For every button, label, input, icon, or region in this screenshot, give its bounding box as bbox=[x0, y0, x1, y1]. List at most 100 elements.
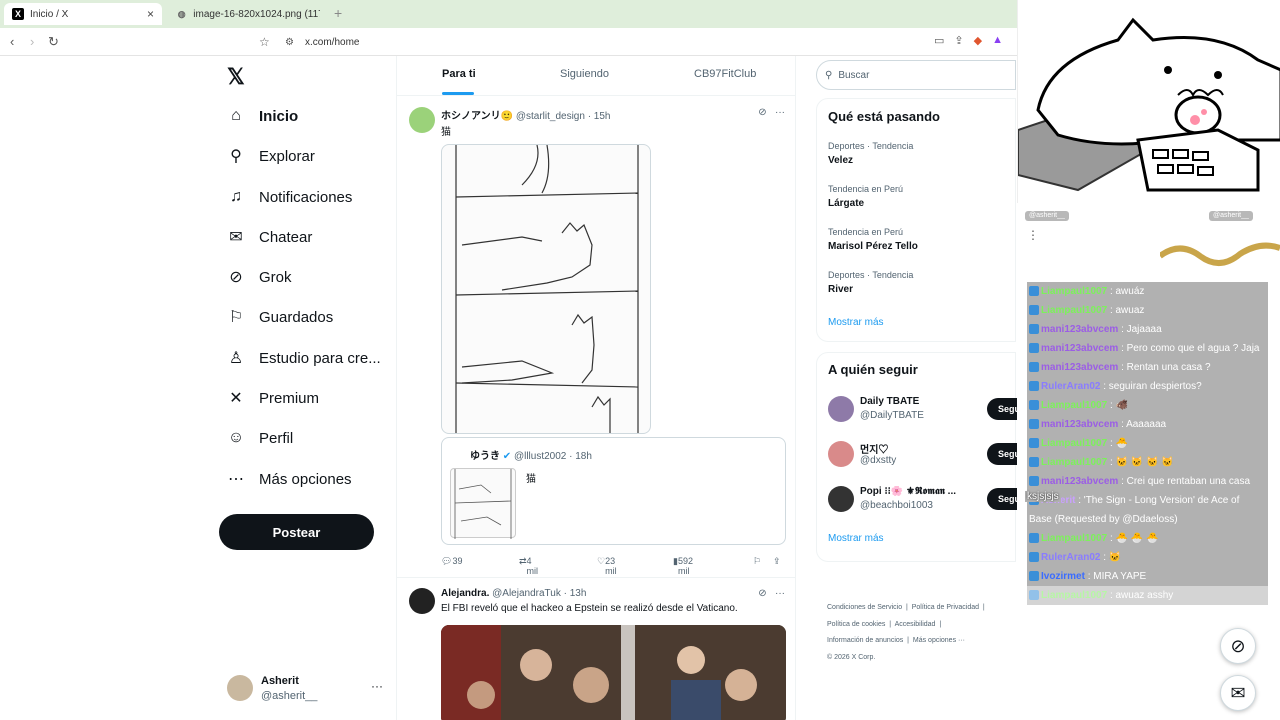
chat-badge-icon bbox=[1029, 305, 1039, 315]
x-logo-icon[interactable]: 𝕏 bbox=[227, 64, 245, 90]
share-icon[interactable]: ⇪ bbox=[954, 34, 963, 47]
post-button[interactable]: Postear bbox=[219, 514, 374, 550]
bookmark-icon[interactable]: ☆ bbox=[259, 35, 270, 49]
nav-item-9[interactable]: ⋯ Más opciones bbox=[227, 465, 352, 493]
follow-suggestion[interactable]: Daily TBATE @DailyTBATE Seguir bbox=[828, 396, 1017, 426]
chat-badge-icon bbox=[1029, 438, 1039, 448]
account-switcher[interactable]: Asherit @asherit__ ··· bbox=[227, 675, 387, 705]
footer-link[interactable]: Accesibilidad bbox=[895, 621, 936, 628]
more-icon[interactable]: ··· bbox=[371, 679, 383, 693]
search-input[interactable]: ⚲ Buscar bbox=[816, 60, 1016, 90]
follow-suggestion[interactable]: 먼지♡ @dxstty Seguir bbox=[828, 441, 1017, 471]
more-icon[interactable]: ⋮ bbox=[1027, 228, 1039, 242]
grok-fab-button[interactable]: ⊘ bbox=[1220, 628, 1256, 664]
author-handle[interactable]: @AlejandraTuk · 13h bbox=[492, 588, 586, 599]
tab-title: Inicio / X bbox=[30, 8, 69, 20]
footer-links: Condiciones de Servicio | Política de Pr… bbox=[827, 604, 985, 661]
address-bar[interactable]: ☆ ⚙ x.com/home bbox=[255, 32, 1000, 52]
trend-item[interactable]: Deportes · Tendencia Velez bbox=[828, 141, 913, 166]
chat-badge-icon bbox=[1029, 400, 1039, 410]
show-more-follow[interactable]: Mostrar más bbox=[828, 533, 884, 544]
follow-suggestion[interactable]: Popi ⁝⁝🌸 ⚜𝕽𝖔𝖒𝖆𝖓 ... @beachboi1003 Seguir bbox=[828, 486, 1017, 516]
chat-text: : Aaaaaaa bbox=[1121, 419, 1167, 430]
author-name[interactable]: Alejandra. bbox=[441, 588, 489, 599]
follow-button[interactable]: Seguir bbox=[987, 398, 1017, 420]
avatar[interactable] bbox=[409, 588, 435, 614]
share-icon[interactable]: ⇪ bbox=[773, 556, 781, 567]
trend-item[interactable]: Deportes · Tendencia River bbox=[828, 270, 913, 295]
close-tab-icon[interactable]: × bbox=[147, 7, 154, 21]
messages-fab-button[interactable]: ✉ bbox=[1220, 675, 1256, 711]
nav-item-1[interactable]: ⚲ Explorar bbox=[227, 142, 315, 170]
nav-item-4[interactable]: ⊘ Grok bbox=[227, 263, 291, 291]
trend-item[interactable]: Tendencia en Perú Marisol Pérez Tello bbox=[828, 227, 918, 252]
chat-username: mani123abvcem bbox=[1041, 324, 1119, 335]
mail-icon: ✉ bbox=[1230, 682, 1246, 703]
grok-icon[interactable]: ⊘ bbox=[758, 107, 766, 118]
tab-para-ti[interactable]: Para ti bbox=[442, 68, 476, 80]
tab-image[interactable]: ◍ image-16-820x1024.png (1179×147… bbox=[168, 3, 328, 25]
chat-badge-icon bbox=[1029, 590, 1039, 600]
tweet-menu: ⊘ ··· bbox=[758, 588, 785, 599]
avatar[interactable] bbox=[409, 107, 435, 133]
nav-item-7[interactable]: ✕ Premium bbox=[227, 384, 319, 412]
triangle-icon[interactable]: ▲ bbox=[992, 34, 1003, 47]
footer-link[interactable]: Condiciones de Servicio bbox=[827, 604, 902, 611]
footer-link[interactable]: Política de cookies bbox=[827, 621, 885, 628]
reload-icon[interactable]: ↻ bbox=[48, 34, 59, 50]
chat-text: : Jajaaaa bbox=[1121, 324, 1162, 335]
chat-username: Liampaul1007 bbox=[1041, 286, 1108, 297]
nav-item-0[interactable]: ⌂ Inicio bbox=[227, 102, 298, 130]
nav-label: Perfil bbox=[259, 429, 294, 447]
forward-icon[interactable]: › bbox=[30, 34, 34, 49]
back-icon[interactable]: ‹ bbox=[10, 34, 14, 49]
quoted-tweet[interactable]: ゆうき ✔ @lllust2002 · 18h 猫 bbox=[441, 437, 786, 545]
site-info-icon[interactable]: ⚙ bbox=[285, 37, 294, 48]
grok-icon[interactable]: ⊘ bbox=[758, 588, 766, 599]
tweet-image[interactable] bbox=[441, 144, 651, 434]
more-icon[interactable]: ··· bbox=[775, 588, 785, 599]
screen-icon[interactable]: ▭ bbox=[934, 34, 944, 47]
tweet-photo[interactable] bbox=[441, 625, 786, 720]
nav-label: Estudio para cre... bbox=[259, 349, 381, 367]
author-handle[interactable]: @starlit_design · 15h bbox=[516, 111, 611, 122]
trend-item[interactable]: Tendencia en Perú Lárgate bbox=[828, 184, 903, 209]
views-button[interactable]: ▮ 592 mil bbox=[673, 556, 693, 576]
follow-button[interactable]: Seguir bbox=[987, 488, 1017, 510]
nav-item-6[interactable]: ♙ Estudio para cre... bbox=[227, 344, 381, 372]
chat-badge-icon bbox=[1029, 286, 1039, 296]
repost-button[interactable]: ⇄ 4 mil bbox=[519, 556, 538, 576]
chat-message: Liampaul1007 : awuaz bbox=[1027, 301, 1268, 320]
show-more-trends[interactable]: Mostrar más bbox=[828, 317, 884, 328]
reply-button[interactable]: 💬︎ 39 bbox=[441, 556, 462, 567]
tab-siguiendo[interactable]: Siguiendo bbox=[560, 68, 609, 80]
account-name: Asherit bbox=[261, 675, 299, 687]
follow-button[interactable]: Seguir bbox=[987, 443, 1017, 465]
toolbar-icons: ▭ ⇪ ◆ ▲ bbox=[934, 34, 1003, 47]
footer-link[interactable]: Más opciones ··· bbox=[913, 637, 965, 644]
chat-username: Liampaul1007 bbox=[1041, 590, 1108, 601]
chat-username: Liampaul1007 bbox=[1041, 305, 1108, 316]
chat-text: : Crei que rentaban una casa bbox=[1121, 476, 1251, 487]
more-icon[interactable]: ··· bbox=[775, 107, 785, 118]
nav-item-8[interactable]: ☺ Perfil bbox=[227, 424, 293, 452]
author-name[interactable]: ホシノアンリ🙂 bbox=[441, 111, 513, 122]
x-favicon-icon: X bbox=[12, 8, 24, 20]
chat-message: Liampaul1007 : 🐱 🐱 🐱 🐱 bbox=[1027, 453, 1268, 472]
chat-username: mani123abvcem bbox=[1041, 419, 1119, 430]
new-tab-icon[interactable]: + bbox=[334, 5, 342, 21]
nav-label: Chatear bbox=[259, 228, 313, 246]
nav-item-2[interactable]: ♫ Notificaciones bbox=[227, 183, 352, 211]
like-button[interactable]: ♡ 23 mil bbox=[597, 556, 617, 576]
tweet[interactable]: ホシノアンリ🙂 @starlit_design · 15h ⊘ ··· 猫 ゆう… bbox=[397, 104, 795, 580]
nav-item-5[interactable]: ⚐ Guardados bbox=[227, 303, 333, 331]
bookmark-icon[interactable]: ⚐ bbox=[753, 556, 761, 567]
footer-link[interactable]: Política de Privacidad bbox=[912, 604, 979, 611]
trends-title: Qué está pasando bbox=[828, 109, 940, 124]
nav-item-3[interactable]: ✉ Chatear bbox=[227, 223, 312, 251]
shield-icon[interactable]: ◆ bbox=[974, 34, 982, 47]
tab-cb97fitclub[interactable]: CB97FitClub bbox=[694, 68, 756, 80]
chat-username: mani123abvcem bbox=[1041, 343, 1119, 354]
tab-active[interactable]: X Inicio / X × bbox=[4, 3, 162, 25]
footer-link[interactable]: Información de anuncios bbox=[827, 637, 903, 644]
